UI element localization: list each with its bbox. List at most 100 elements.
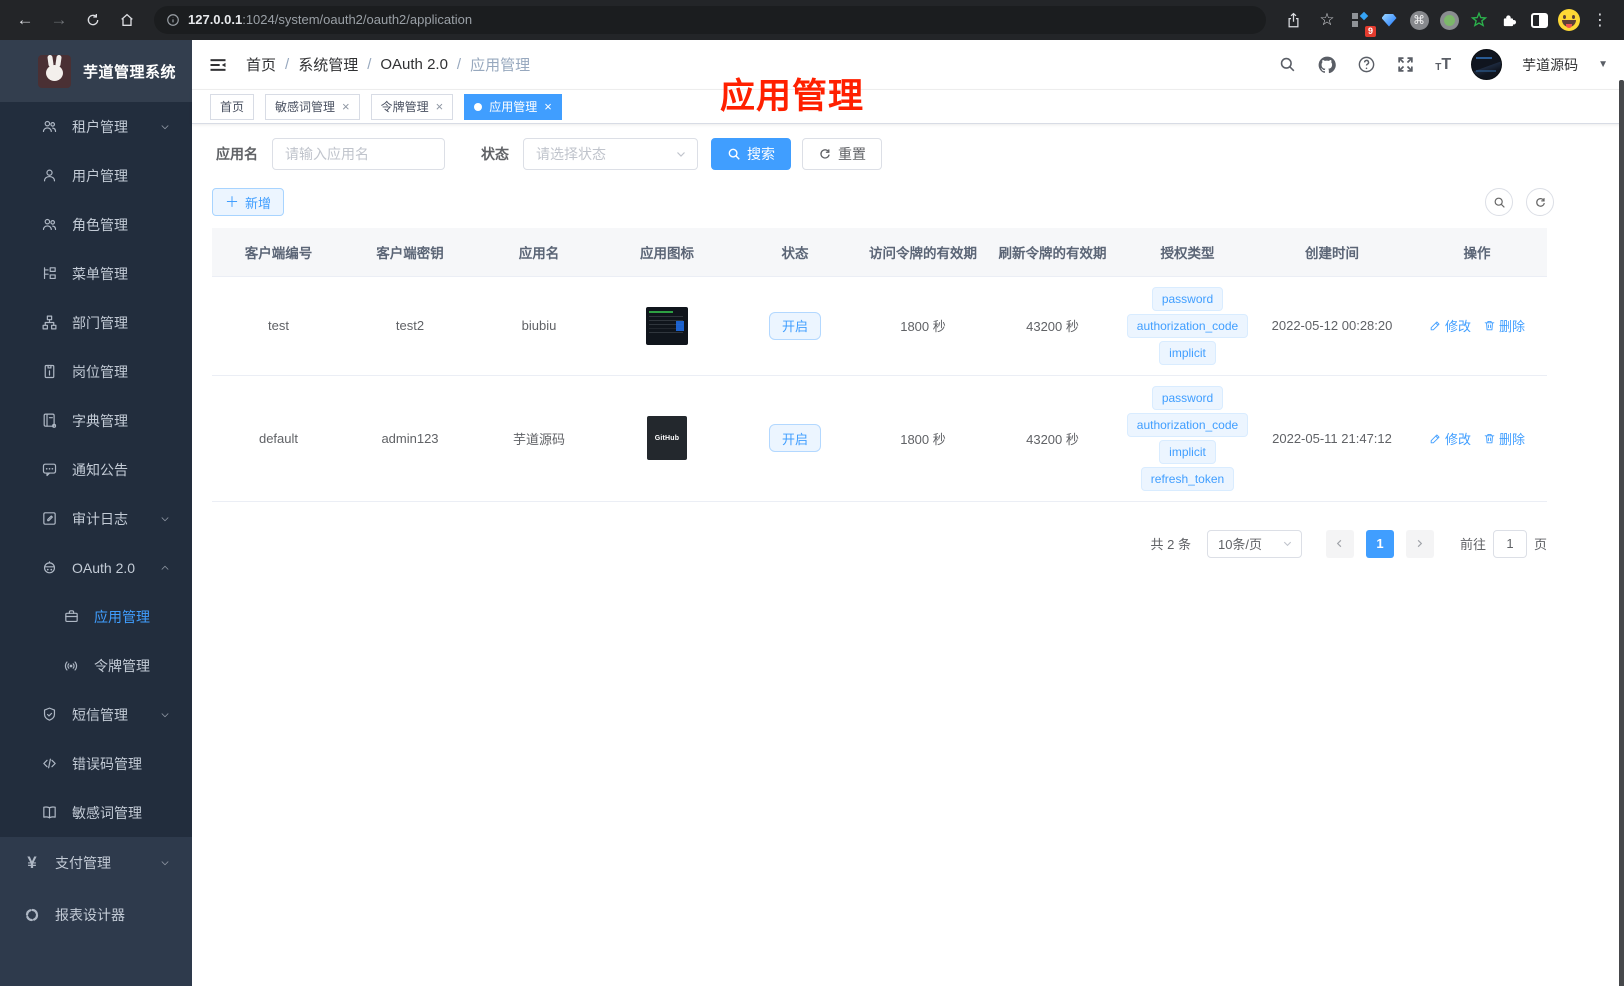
cell-refresh-token-ttl: 43200 秒 <box>987 375 1118 502</box>
window-scrollbar[interactable] <box>1619 80 1624 986</box>
edit-label: 修改 <box>1444 319 1471 334</box>
tab-首页[interactable]: 首页 <box>210 93 255 120</box>
trash-icon <box>1483 319 1496 332</box>
extension-gem-icon[interactable] <box>1376 7 1402 33</box>
grant-type-tag: implicit <box>1159 340 1216 365</box>
goto-page-input[interactable] <box>1492 529 1527 558</box>
tab-令牌管理[interactable]: 令牌管理 × <box>370 93 454 120</box>
sidebar-item-支付管理[interactable]: ¥ 支付管理 <box>0 837 192 889</box>
grant-type-tag: refresh_token <box>1140 466 1235 491</box>
browser-forward-icon[interactable]: → <box>44 5 74 35</box>
tab-close-icon[interactable]: × <box>342 100 350 113</box>
sidebar-item-租户管理[interactable]: 租户管理 <box>0 102 192 151</box>
sidebar-item-短信管理[interactable]: 短信管理 <box>0 690 192 739</box>
tab-close-icon[interactable]: × <box>436 100 444 113</box>
fullscreen-icon[interactable] <box>1396 55 1415 74</box>
sidebar-collapse-icon[interactable] <box>208 55 228 75</box>
url-host: 127.0.0.1 <box>188 12 243 27</box>
search-icon <box>1494 197 1505 208</box>
sidebar-item-label: 租户管理 <box>72 118 128 135</box>
refresh-table-button[interactable] <box>1526 188 1554 216</box>
dict-icon <box>40 412 58 429</box>
breadcrumb-item[interactable]: 首页 <box>246 54 276 75</box>
sidebar-item-OAuth 2.0[interactable]: OAuth 2.0 <box>0 543 192 592</box>
breadcrumb-item[interactable]: OAuth 2.0 <box>380 56 448 73</box>
cell-status: 开启 <box>731 276 859 376</box>
tab-应用管理[interactable]: 应用管理 × <box>464 93 562 120</box>
cell-actions: 修改 删除 <box>1407 276 1547 376</box>
sidebar-item-label: 支付管理 <box>55 855 111 871</box>
font-size-icon[interactable]: TT <box>1435 56 1451 73</box>
search-button[interactable]: 搜索 <box>711 138 791 170</box>
sidebar-item-应用管理[interactable]: 应用管理 <box>0 592 192 641</box>
sidebar-item-审计日志[interactable]: 审计日志 <box>0 494 192 543</box>
edit-link[interactable]: 修改 <box>1429 316 1471 335</box>
sidebar-item-label: 部门管理 <box>72 314 128 331</box>
panel-toggle-icon[interactable] <box>1526 7 1552 33</box>
edit-link[interactable]: 修改 <box>1429 429 1471 448</box>
table-header-row: 客户端编号 客户端密钥 应用名 应用图标 状态 访问令牌的有效期 刷新令牌的有效期 授权类型创… <box>212 228 1547 277</box>
grant-type-tag: implicit <box>1159 439 1216 464</box>
sidebar-item-用户管理[interactable]: 用户管理 <box>0 151 192 200</box>
column-header: 客户端密钥 <box>345 228 475 277</box>
grant-type-tag: password <box>1151 385 1224 410</box>
add-button[interactable]: ＋ 新增 <box>212 188 285 216</box>
page-number-1[interactable]: 1 <box>1365 529 1394 558</box>
page-size-select[interactable]: 10条/页 <box>1206 529 1302 558</box>
reset-button[interactable]: 重置 <box>802 138 882 170</box>
sidebar-item-字典管理[interactable]: 字典管理 <box>0 396 192 445</box>
cell-created-time: 2022-05-12 00:28:20 <box>1257 276 1407 376</box>
sidebar-item-岗位管理[interactable]: 岗位管理 <box>0 347 192 396</box>
cell-client-secret: admin123 <box>345 375 475 502</box>
prev-page-button[interactable] <box>1325 529 1354 558</box>
delete-link[interactable]: 删除 <box>1483 429 1525 448</box>
cell-app-icon: GitHub <box>603 375 731 502</box>
shield-icon <box>40 706 58 723</box>
badge-icon <box>40 363 58 380</box>
sidebar-item-报表设计器[interactable]: 报表设计器 <box>0 889 192 941</box>
refresh-icon <box>1535 197 1545 207</box>
toggle-search-button[interactable] <box>1485 188 1513 216</box>
sidebar-item-令牌管理[interactable]: 令牌管理 <box>0 641 192 690</box>
status-select[interactable]: 请选择状态 <box>523 138 698 170</box>
user-menu-caret-icon[interactable]: ▼ <box>1598 59 1608 70</box>
next-page-button[interactable] <box>1405 529 1434 558</box>
extension-puzzle-icon[interactable] <box>1496 7 1522 33</box>
help-icon[interactable] <box>1357 55 1376 74</box>
tab-close-icon[interactable]: × <box>544 100 552 113</box>
breadcrumb-item[interactable]: 系统管理 <box>298 54 358 75</box>
browser-home-icon[interactable] <box>112 5 142 35</box>
tab-敏感词管理[interactable]: 敏感词管理 × <box>265 93 360 120</box>
column-header: 状态 <box>731 228 859 277</box>
profile-avatar[interactable] <box>1556 7 1582 33</box>
username: 芋道源码 <box>1522 56 1579 73</box>
sidebar-item-菜单管理[interactable]: 菜单管理 <box>0 249 192 298</box>
app-logo[interactable]: 芋道管理系统 <box>0 40 192 102</box>
extension-command-icon[interactable]: ⌘ <box>1406 7 1432 33</box>
share-icon[interactable] <box>1278 5 1308 35</box>
browser-back-icon[interactable]: ← <box>10 5 40 35</box>
app-name-input[interactable] <box>272 138 445 170</box>
site-info-icon[interactable] <box>166 13 180 27</box>
status-badge: 开启 <box>768 424 821 452</box>
users-icon <box>40 118 58 135</box>
sidebar-item-敏感词管理[interactable]: 敏感词管理 <box>0 788 192 837</box>
sidebar-item-错误码管理[interactable]: 错误码管理 <box>0 739 192 788</box>
table-row: test test2 biubiu 开启 1800 秒 43200 秒 password au… <box>212 276 1547 376</box>
sidebar-item-角色管理[interactable]: 角色管理 <box>0 200 192 249</box>
extension-grid-icon[interactable]: 9 <box>1346 7 1376 37</box>
search-icon[interactable] <box>1278 55 1297 74</box>
browser-reload-icon[interactable] <box>78 5 108 35</box>
github-icon[interactable] <box>1317 55 1337 75</box>
column-header: 应用图标 <box>603 228 731 277</box>
delete-link[interactable]: 删除 <box>1483 316 1525 335</box>
extension-record-icon[interactable] <box>1436 7 1462 33</box>
extension-star-icon[interactable] <box>1466 7 1492 33</box>
user-avatar[interactable] <box>1471 49 1503 80</box>
sidebar-item-部门管理[interactable]: 部门管理 <box>0 298 192 347</box>
tab-label: 敏感词管理 <box>275 100 336 114</box>
bookmark-star-icon[interactable]: ☆ <box>1312 5 1342 35</box>
sidebar-item-通知公告[interactable]: 通知公告 <box>0 445 192 494</box>
browser-menu-icon[interactable]: ⋮ <box>1586 10 1614 30</box>
url-bar[interactable]: 127.0.0.1:1024/system/oauth2/oauth2/appl… <box>154 6 1266 34</box>
